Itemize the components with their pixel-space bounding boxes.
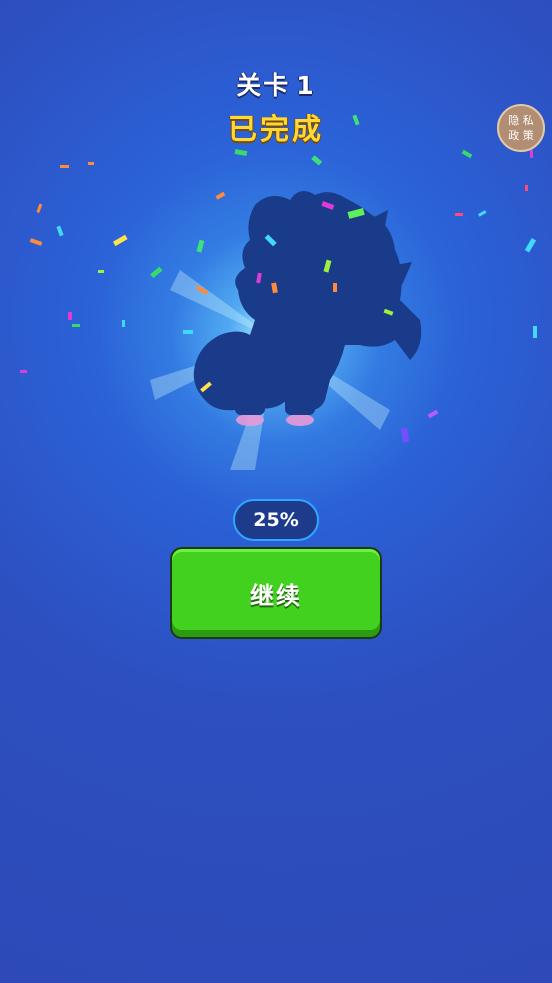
level-title: 关卡 1 (0, 66, 552, 102)
level-prefix: 关卡 (236, 71, 291, 100)
level-number: 1 (296, 71, 316, 100)
progress-label: 25% (253, 509, 299, 531)
privacy-line-2: 政 策 (508, 129, 534, 142)
privacy-policy-button[interactable]: 隐 私 政 策 (497, 104, 545, 152)
level-status: 已完成 (227, 112, 324, 146)
continue-button[interactable]: 继续 (170, 547, 382, 639)
progress-badge: 25% (233, 499, 319, 541)
continue-button-label: 继续 (250, 581, 302, 610)
privacy-line-1: 隐 私 (508, 114, 534, 127)
